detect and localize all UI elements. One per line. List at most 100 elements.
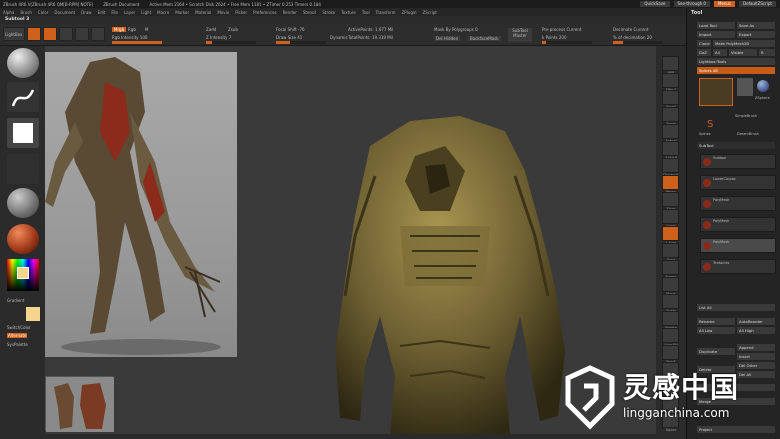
menu-item-edit[interactable]: Edit [98,10,106,15]
draw-button[interactable] [43,27,57,41]
m-button[interactable]: M [145,27,148,32]
menu-item-brush[interactable]: Brush [20,10,32,15]
menu-item-stroke[interactable]: Stroke [322,10,335,15]
project-button[interactable]: Project [697,426,775,433]
shelf-button-solo[interactable] [662,396,679,411]
clone-button[interactable]: Clone [697,40,711,47]
menus-button[interactable]: Menus [713,1,736,7]
append-button[interactable]: Append [737,344,775,351]
goz-button[interactable]: GoZ [697,49,711,56]
shelf-button-ghost[interactable] [662,379,679,394]
subtool-row[interactable]: Subtool [700,154,776,169]
zadd-button[interactable]: Zadd [206,27,216,32]
default-zscript-button[interactable]: DefaultZScript [739,1,776,7]
secondary-color-swatch[interactable] [26,307,40,321]
subtool-master-button[interactable]: SubTool Master [508,28,532,42]
subtool-row[interactable]: PolyMesh [700,238,776,253]
shelf-button-actual[interactable] [662,124,679,139]
goz-r-button[interactable]: R [759,49,775,56]
scale-button[interactable] [75,27,89,41]
draw-size-track[interactable] [276,41,326,44]
canvas-viewport[interactable] [45,46,656,434]
shelf-button-transp[interactable] [662,362,679,377]
navigator-thumbnail[interactable] [45,376,114,432]
menu-item-macro[interactable]: Macro [157,10,169,15]
zsub-button[interactable]: Zsub [228,27,238,32]
focal-shift-slider[interactable]: Focal Shift -76 [276,27,305,32]
mrgb-button[interactable]: Mrgb [112,27,127,32]
gradient-button[interactable]: Gradient [7,298,24,303]
import-button[interactable]: Import [697,31,735,38]
subtool-section-header[interactable]: SubTool [697,142,775,149]
shelf-button-bpr[interactable] [662,56,679,71]
shelf-button-polyf[interactable] [662,345,679,360]
shelf-button-dynamic[interactable] [662,158,679,173]
subtool-row[interactable]: PolyMesh [700,196,776,211]
decimation-track[interactable] [613,41,663,44]
menu-item-material[interactable]: Material [195,10,211,15]
shelf-button-zoom[interactable] [662,107,679,122]
duplicate-button[interactable]: Duplicate [697,348,735,355]
shelf-button-spix-3[interactable] [662,73,679,88]
merge-button[interactable]: Merge [697,398,775,405]
all-low-button[interactable]: All Low [697,327,735,334]
autoreorder-button[interactable]: AutoReorder [737,318,775,325]
backface-mask-button[interactable]: BackfaceMask [468,36,501,41]
menu-item-movie[interactable]: Movie [217,10,229,15]
tool-thumb-zsphere[interactable] [757,80,769,92]
z-intensity-slider[interactable]: Z Intensity 7 [206,35,231,40]
goz-all-button[interactable]: All [713,49,727,56]
k-points-slider[interactable]: k Points 200 [542,35,567,40]
menu-item-zscript[interactable]: ZScript [423,10,437,15]
switch-color-button[interactable]: SwitchColor [7,325,31,330]
split-button[interactable]: Split [697,384,775,391]
shelf-button-frame[interactable] [662,260,679,275]
menu-item-file[interactable]: File [111,10,118,15]
draw-size-slider[interactable]: Draw Size 41 [276,35,302,40]
move-button[interactable] [59,27,73,41]
all-high-button[interactable]: All High [737,327,775,334]
texture-selector[interactable] [7,154,39,184]
rgb-intensity-track[interactable] [112,41,162,44]
decimate-current-button[interactable]: Decimate Current [613,27,649,32]
menu-item-color[interactable]: Color [38,10,48,15]
quicksave-button[interactable]: QuickSave [640,1,670,7]
shelf-button-scroll[interactable] [662,90,679,105]
menu-item-texture[interactable]: Texture [341,10,356,15]
sys-palette-button[interactable]: SysPalette [7,342,28,347]
subtool-row[interactable]: LowerCorpse [700,175,776,190]
lightbox-tools-button[interactable]: Lightbox›Tools [697,58,775,65]
shelf-button-scale[interactable] [662,294,679,309]
menu-item-picker[interactable]: Picker [235,10,247,15]
tool-thumb-spines[interactable] [699,78,733,106]
brush-selector[interactable] [7,48,39,78]
decimation-slider[interactable]: % of decimation 20 [613,35,652,40]
list-all-button[interactable]: List All [697,304,775,311]
z-intensity-track[interactable] [206,41,256,44]
k-points-track[interactable] [542,41,592,44]
menu-item-marker[interactable]: Marker [175,10,189,15]
shelf-button-rotate[interactable] [662,311,679,326]
delete-button[interactable]: Delete [697,366,735,373]
menu-item-preferences[interactable]: Preferences [253,10,277,15]
rgb-intensity-slider[interactable]: Rgb Intensity 100 [112,35,147,40]
shelf-button-gxyz[interactable] [662,243,679,258]
menu-item-draw[interactable]: Draw [81,10,91,15]
dynamic-button[interactable]: Dynamic [330,35,348,40]
shelf-button-l-sym[interactable] [662,226,679,241]
rename-button[interactable]: Rename [697,318,735,325]
shelf-button-line-fill[interactable] [662,328,679,343]
preprocess-current-button[interactable]: Pre-process Current [542,27,581,32]
spines-slider[interactable]: Spines 48 [697,67,775,74]
insert-button[interactable]: Insert [737,353,775,360]
color-picker[interactable] [7,259,39,291]
menu-item-alpha[interactable]: Alpha [3,10,14,15]
goz-visible-button[interactable]: Visible [729,49,757,56]
shelf-button-xpose[interactable] [662,413,679,428]
load-tool-button[interactable]: Load Tool [697,22,735,29]
make-polymesh-button[interactable]: Make PolyMesh3D [713,40,775,47]
menu-item-stencil[interactable]: Stencil [303,10,317,15]
menu-item-layer[interactable]: Layer [124,10,135,15]
material-selector[interactable] [7,224,39,254]
alternate-button[interactable]: Alternate [7,333,28,338]
